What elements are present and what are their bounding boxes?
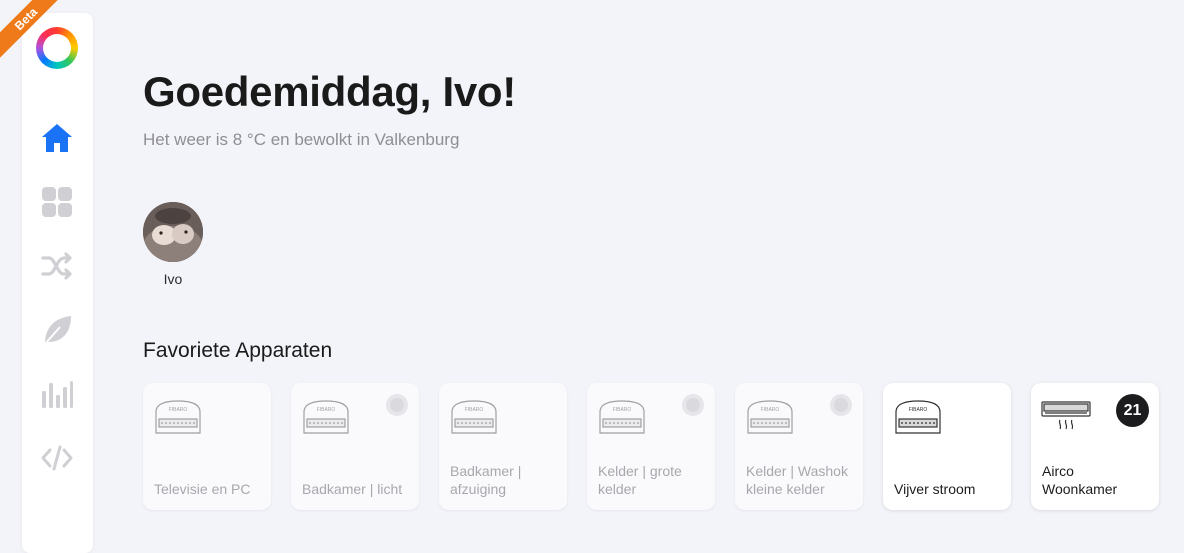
device-label: Vijver stroom [894, 481, 976, 497]
devices-grid-icon[interactable] [40, 185, 74, 219]
device-label: Airco Woonkamer [1042, 463, 1118, 497]
insights-chart-icon[interactable] [40, 377, 74, 411]
device-card[interactable]: 21 Airco Woonkamer [1031, 383, 1159, 510]
svg-text:FIBARO: FIBARO [613, 407, 632, 413]
device-card[interactable]: FIBARO Kelder | Washok kleine kelder [735, 383, 863, 510]
avatar-photo [143, 202, 203, 262]
flows-shuffle-icon[interactable] [40, 249, 74, 283]
beta-label: Beta [0, 0, 60, 60]
device-label: Kelder | grote kelder [598, 463, 682, 497]
relay-module-icon: FIBARO [597, 398, 647, 436]
relay-module-icon: FIBARO [745, 398, 795, 436]
svg-text:FIBARO: FIBARO [317, 407, 336, 413]
svg-text:FIBARO: FIBARO [169, 407, 188, 413]
device-card[interactable]: FIBARO Badkamer | licht [291, 383, 419, 510]
energy-leaf-icon[interactable] [40, 313, 74, 347]
avatar[interactable] [143, 202, 203, 262]
temperature-badge: 21 [1116, 394, 1149, 427]
svg-text:FIBARO: FIBARO [909, 407, 928, 413]
device-card[interactable]: FIBARO Televisie en PC [143, 383, 271, 510]
aircon-icon [1041, 398, 1091, 436]
device-label: Televisie en PC [154, 481, 251, 497]
device-card[interactable]: FIBARO Kelder | grote kelder [587, 383, 715, 510]
power-toggle[interactable] [830, 394, 852, 416]
device-label: Badkamer | afzuiging [450, 463, 522, 497]
device-card[interactable]: FIBARO Badkamer | afzuiging [439, 383, 567, 510]
page-title: Goedemiddag, Ivo! [143, 68, 516, 115]
power-toggle[interactable] [386, 394, 408, 416]
beta-ribbon: Beta [0, 0, 60, 60]
favorites-title: Favoriete Apparaten [143, 339, 333, 362]
relay-module-icon: FIBARO [153, 398, 203, 436]
home-icon[interactable] [40, 121, 74, 155]
weather-summary: Het weer is 8 °C en bewolkt in Valkenbur… [143, 130, 460, 149]
developer-code-icon[interactable] [40, 441, 74, 475]
relay-module-icon: FIBARO [893, 398, 943, 436]
svg-text:FIBARO: FIBARO [761, 407, 780, 413]
relay-module-icon: FIBARO [301, 398, 351, 436]
device-label: Kelder | Washok kleine kelder [746, 463, 848, 497]
svg-text:FIBARO: FIBARO [465, 407, 484, 413]
device-label: Badkamer | licht [302, 481, 403, 497]
relay-module-icon: FIBARO [449, 398, 499, 436]
device-card[interactable]: FIBARO Vijver stroom [883, 383, 1011, 510]
user-name: Ivo [163, 271, 183, 287]
power-toggle[interactable] [682, 394, 704, 416]
